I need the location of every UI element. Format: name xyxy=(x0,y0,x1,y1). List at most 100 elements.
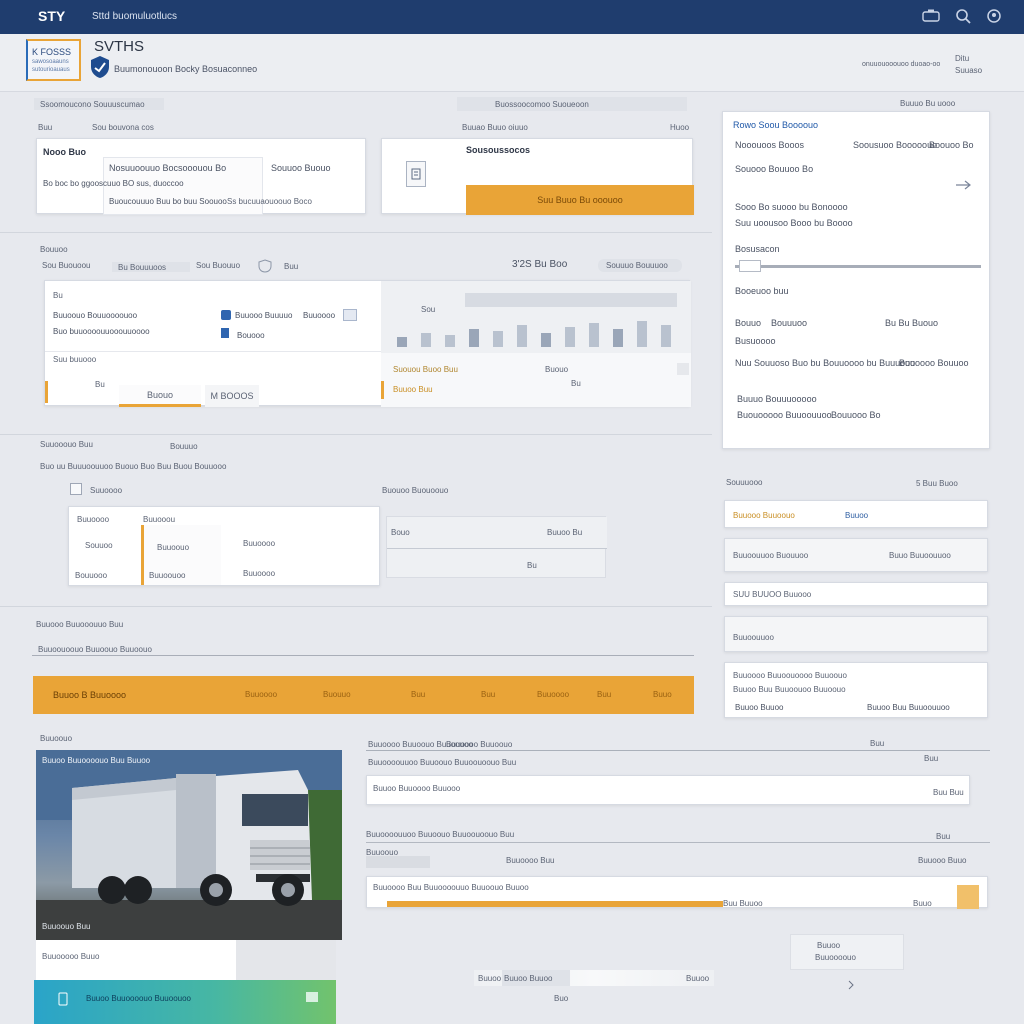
row4-sub: Buuoouoouo Buuoouo Buuoouo xyxy=(38,645,152,654)
brand-tagline: Buumonouoon Bocky Bosuaconneo xyxy=(114,64,258,74)
top-navigation-bar: STY Sttd buomuluotlucs xyxy=(0,0,1024,34)
chart-bar xyxy=(613,329,623,347)
image-label: Buuoouo Buu xyxy=(42,922,91,931)
panel-line: Suu uoousoo Booo bu Boooo xyxy=(735,218,853,228)
card-line: Bouooo xyxy=(237,331,265,340)
footer-card-label: Buuoo Buuoooouo Buuoouoo xyxy=(86,994,191,1003)
panel-line: Soousuoo Booooouo xyxy=(853,140,938,150)
highlight-bar[interactable]: Buuoo B Buuoooo Buuoooo Buouuo Buu Buu B… xyxy=(33,676,694,714)
row3-label: Suuoooo xyxy=(90,486,123,495)
side-header: Buuuo Bu uooo xyxy=(900,99,956,108)
card-line: Buuooo Buuuuo xyxy=(235,311,293,320)
side-list-item[interactable]: SUU BUUOO Buuooo xyxy=(724,582,988,606)
status-dot-icon xyxy=(221,328,229,338)
section-divider xyxy=(0,434,712,435)
list-item-label: Buuoo xyxy=(845,511,869,520)
slider-handle[interactable] xyxy=(739,260,761,272)
summary-card-left[interactable]: Nooo Buo Nosuuoouuo Bocsooouou Bo Souuoo… xyxy=(36,138,366,215)
toggle-chip[interactable] xyxy=(343,309,357,321)
image-caption: Buuoo Buuoooouo Buu Buuoo xyxy=(42,756,151,765)
tab-item[interactable]: Buuoo Buu xyxy=(393,385,433,394)
chart-bar xyxy=(565,327,575,347)
highlight-bar-item[interactable]: Buuoooo xyxy=(537,690,569,699)
mini-card-label: Buuoo xyxy=(817,941,841,950)
highlight-bar-item[interactable]: Buu xyxy=(411,690,425,699)
chart-bar xyxy=(661,325,671,347)
action-card[interactable]: Sousoussocos Suu Buuo Bu ooouoo xyxy=(381,138,694,215)
tab-scroll-button[interactable] xyxy=(677,363,689,375)
app-logo[interactable]: STY xyxy=(38,8,65,24)
search-icon[interactable] xyxy=(954,7,972,25)
tab-item[interactable]: Bu xyxy=(95,380,105,389)
side-list-header: Souuuooo xyxy=(726,478,763,487)
checkbox[interactable] xyxy=(70,483,82,495)
list-item-label: Buuoouuoo Buouuoo xyxy=(733,551,809,560)
arrow-right-icon[interactable] xyxy=(955,180,973,190)
card-title: Nooo Buo xyxy=(43,147,86,157)
card-line: Suu buuooo xyxy=(53,355,97,364)
filter-pill[interactable]: Souuuo Bouuuoo xyxy=(598,259,682,272)
card-line: Buuoouo Bouuoooouoo xyxy=(53,311,138,320)
chevron-icon[interactable] xyxy=(848,980,854,990)
chart-bar xyxy=(445,335,455,347)
panel-line: Buuuo Bouuuooooo xyxy=(737,394,817,404)
form-label: Souuoo xyxy=(85,541,113,550)
side-list-item[interactable]: Buuoouuoo Buouuoo Buuo Buuoouuoo xyxy=(724,538,988,572)
user-icon[interactable] xyxy=(986,8,1002,24)
mini-card[interactable]: Buuoo Buuoooouo xyxy=(790,934,904,970)
list-item-label: Buuo Buuoouuoo xyxy=(889,551,951,560)
input-value: Buuoo Bu xyxy=(547,528,583,537)
active-indicator xyxy=(381,381,384,399)
input-field[interactable]: Bouo Buuoo Bu xyxy=(387,517,607,549)
status-dot-icon xyxy=(221,310,231,320)
panel-title[interactable]: Rowo Soou Boooouo xyxy=(733,120,818,130)
tab-item[interactable]: M BOOOS xyxy=(205,385,259,407)
footer-pill-bg: Buuoo Buuoo Buuoo Buuoo xyxy=(474,970,714,986)
header-right-label[interactable]: Suuaso xyxy=(955,66,982,75)
image-footer: Buuooooo Buuo xyxy=(36,940,236,980)
row2-label: Buu xyxy=(284,262,299,271)
card-title: Sousoussocos xyxy=(466,145,531,155)
list-row[interactable]: Buuoo Buuoooo Buuooo Buu Buu xyxy=(366,775,970,805)
row4-title: Buuooo Buuooouuo Buu xyxy=(36,620,124,629)
brand-logo-box[interactable]: K FOSSS sawosoaauns sutourioauaus xyxy=(26,39,81,81)
tab-item[interactable]: Bu xyxy=(571,379,581,388)
card-line: Ss bucuuaouoouo Boco xyxy=(227,197,312,206)
truck-image[interactable]: Buuoo Buuoooouo Buu Buuoo Buuoouo Buu xyxy=(36,750,342,940)
highlight-bar-item[interactable]: Buu xyxy=(481,690,495,699)
grid-icon[interactable] xyxy=(922,8,940,24)
tab-item[interactable]: Buouo xyxy=(545,365,568,374)
progress-row[interactable]: Buuoooo Buu Buuoooouuo Buuoouo Buuoo Buu… xyxy=(366,876,988,909)
footer-pill[interactable]: Buuoo Buuoo xyxy=(502,970,570,986)
row3-label: Buouoo Buouoouo xyxy=(382,486,449,495)
panel-line: Bouuooo Bo xyxy=(831,410,881,420)
highlight-bar-item[interactable]: Buu xyxy=(597,690,611,699)
header-right-label: onuuouooouoo duoao-oo xyxy=(862,61,941,68)
brand-box-line: K FOSSS xyxy=(32,47,72,57)
progress-row-value: Buuo xyxy=(913,899,932,908)
side-list-item[interactable]: Buuooo Buuoouo Buuoo xyxy=(724,500,988,528)
side-list-item[interactable]: Buuoouuoo xyxy=(724,616,988,652)
section-title: Buuoouo xyxy=(40,734,73,743)
panel-line: Souooo Bouuoo Bo xyxy=(735,164,814,174)
primary-action-button[interactable]: Suu Buuo Bu ooouoo xyxy=(466,185,694,215)
progress-row-label: Buuoooo Buu Buuoooouuo Buuoouo Buuoo xyxy=(373,883,529,892)
slider-track[interactable] xyxy=(735,265,981,268)
blurred-chip xyxy=(366,856,430,868)
card-line: Souuoo Buouo xyxy=(271,163,331,173)
footer-card[interactable]: Buuoo Buuoooouo Buuoouoo xyxy=(34,980,336,1024)
shield-icon xyxy=(90,55,110,79)
tab-item[interactable]: Suouou Buoo Buu xyxy=(393,365,458,374)
summary-line: Buuoo Buu Buuoouuoo xyxy=(867,703,950,712)
tab-selected[interactable]: Buouo xyxy=(119,385,201,407)
list-row-label: Buuoo Buuoooo Buuooo xyxy=(373,784,461,793)
highlight-bar-item[interactable]: Buuoooo xyxy=(245,690,277,699)
side-list-header[interactable]: 5 Buu Buoo xyxy=(916,479,958,488)
list-item-label: Buuoouuoo xyxy=(733,633,774,642)
input-value: Bu xyxy=(527,561,537,570)
list-header: Buuoooo Buuoouo xyxy=(446,740,513,749)
row2-stat: 3'2S Bu Boo xyxy=(512,259,568,270)
highlight-bar-item[interactable]: Buuo xyxy=(653,690,672,699)
highlight-bar-item[interactable]: Buouuo xyxy=(323,690,351,699)
tab-strip: Suouou Buoo Buu Buouo Buuoo Buu Bu xyxy=(381,353,691,407)
